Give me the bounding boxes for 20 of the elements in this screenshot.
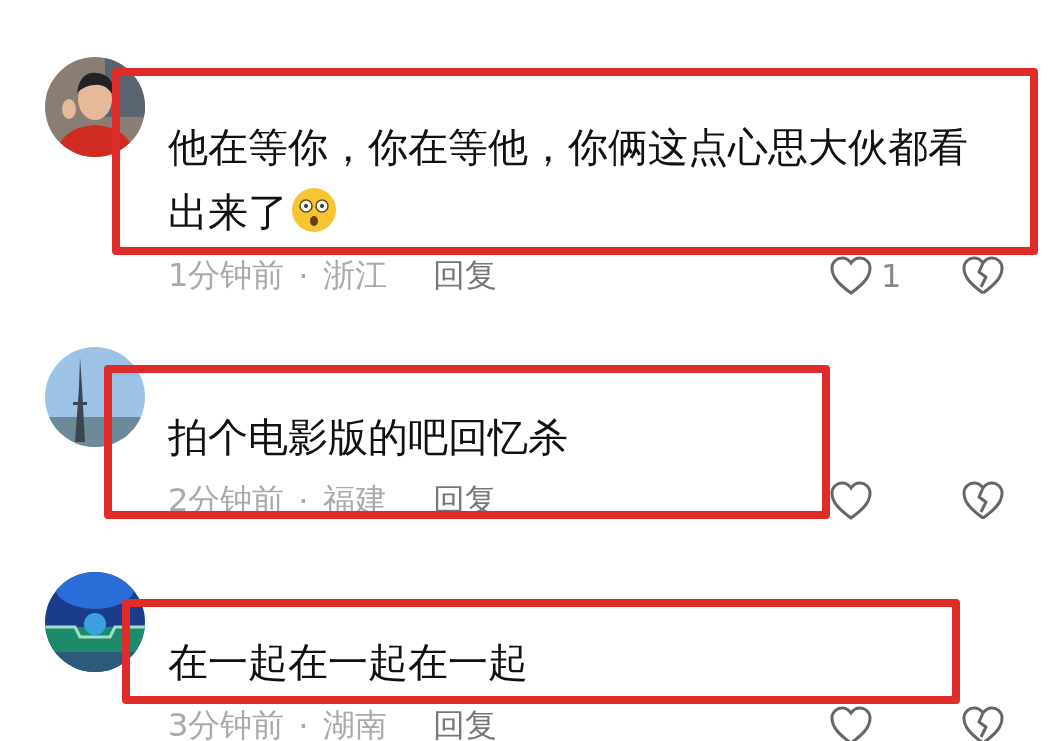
- heart-icon[interactable]: [829, 255, 873, 297]
- heart-icon[interactable]: [829, 480, 873, 522]
- broken-heart-icon[interactable]: [961, 480, 1005, 522]
- comment-text: 在一起在一起在一起: [168, 639, 528, 685]
- separator-dot: ·: [298, 257, 309, 295]
- like-count: 1: [881, 257, 903, 295]
- comment-meta: 3分钟前: [168, 705, 285, 741]
- comment-text: 出来了: [168, 189, 288, 235]
- broken-heart-icon[interactable]: [961, 705, 1005, 741]
- comment-meta: 1分钟前: [168, 255, 285, 296]
- reply-link[interactable]: 回复: [432, 704, 497, 741]
- comment-location: 浙江: [322, 255, 387, 296]
- comment-text: 他在等你，你在等他，你俩这点心思大伙都看: [168, 124, 968, 170]
- broken-heart-icon[interactable]: [961, 255, 1005, 297]
- separator-dot: ·: [298, 482, 309, 520]
- separator-dot: ·: [298, 707, 309, 741]
- comment-location: 湖南: [322, 705, 387, 741]
- comment-text: 拍个电影版的吧回忆杀: [168, 414, 568, 460]
- heart-icon[interactable]: [829, 705, 873, 741]
- reply-link[interactable]: 回复: [432, 254, 497, 298]
